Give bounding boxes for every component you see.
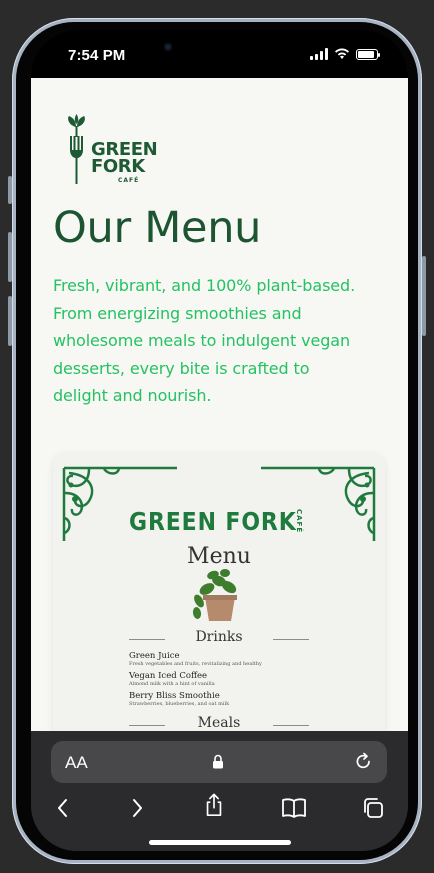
volume-down-button bbox=[8, 296, 12, 346]
volume-up-button bbox=[8, 232, 12, 282]
share-icon[interactable] bbox=[203, 793, 225, 817]
menu-item-description: Almond milk with a hint of vanilla bbox=[129, 681, 215, 687]
menu-item: Vegan Iced Coffee Almond milk with a hin… bbox=[129, 671, 215, 688]
page-title: Our Menu bbox=[53, 203, 262, 253]
wifi-icon bbox=[335, 48, 349, 59]
menu-card-image: GREEN FORK CAFÉ Menu Drinks Green Juice … bbox=[53, 453, 385, 731]
camera-icon bbox=[164, 43, 172, 51]
menu-item-name: Vegan Iced Coffee bbox=[129, 671, 208, 681]
power-button bbox=[422, 256, 426, 336]
potted-plant-icon bbox=[192, 569, 237, 621]
forward-icon[interactable] bbox=[129, 796, 145, 820]
address-bar[interactable]: AA bbox=[51, 741, 387, 783]
menu-item-name: Berry Bliss Smoothie bbox=[129, 691, 220, 701]
menu-item-description: Fresh vegetables and fruits, revitalizin… bbox=[129, 661, 262, 667]
back-icon[interactable] bbox=[55, 796, 71, 820]
status-icons bbox=[310, 48, 380, 60]
cellular-signal-icon bbox=[310, 48, 328, 60]
menu-card-brand: GREEN FORK bbox=[129, 507, 297, 536]
logo-line-fork: FORK bbox=[91, 156, 145, 177]
menu-section-title: Meals bbox=[197, 715, 241, 731]
logo-line-cafe: CAFÉ bbox=[118, 177, 140, 184]
status-time: 7:54 PM bbox=[68, 47, 126, 64]
reload-icon[interactable] bbox=[354, 752, 373, 771]
text-size-button[interactable]: AA bbox=[65, 753, 88, 773]
tabs-icon[interactable] bbox=[361, 796, 385, 820]
menu-item: Berry Bliss Smoothie Strawberries, blueb… bbox=[129, 691, 229, 708]
menu-card-heading: Menu bbox=[187, 544, 251, 569]
menu-item-name: Green Juice bbox=[129, 651, 180, 661]
menu-item: Green Juice Fresh vegetables and fruits,… bbox=[129, 651, 262, 668]
battery-icon bbox=[356, 48, 380, 60]
logo-wordmark: GREEN FORK bbox=[91, 141, 158, 177]
menu-section-title: Drinks bbox=[195, 629, 243, 645]
menu-card-brand-sub: CAFÉ bbox=[295, 509, 303, 534]
web-content: GREEN FORK CAFÉ Our Menu Fresh, vibrant,… bbox=[31, 78, 408, 731]
lock-icon bbox=[213, 754, 223, 769]
page-description: Fresh, vibrant, and 100% plant-based. Fr… bbox=[53, 276, 356, 405]
menu-item-description: Strawberries, blueberries, and oat milk bbox=[129, 701, 230, 707]
status-bar: 7:54 PM bbox=[31, 30, 408, 78]
home-indicator bbox=[149, 840, 291, 845]
action-button bbox=[8, 176, 12, 204]
screen: 7:54 PM GREEN FORK CAFÉ Our Menu Fresh, … bbox=[31, 30, 408, 851]
bookmarks-icon[interactable] bbox=[281, 796, 307, 820]
safari-toolbar: AA bbox=[31, 731, 408, 851]
